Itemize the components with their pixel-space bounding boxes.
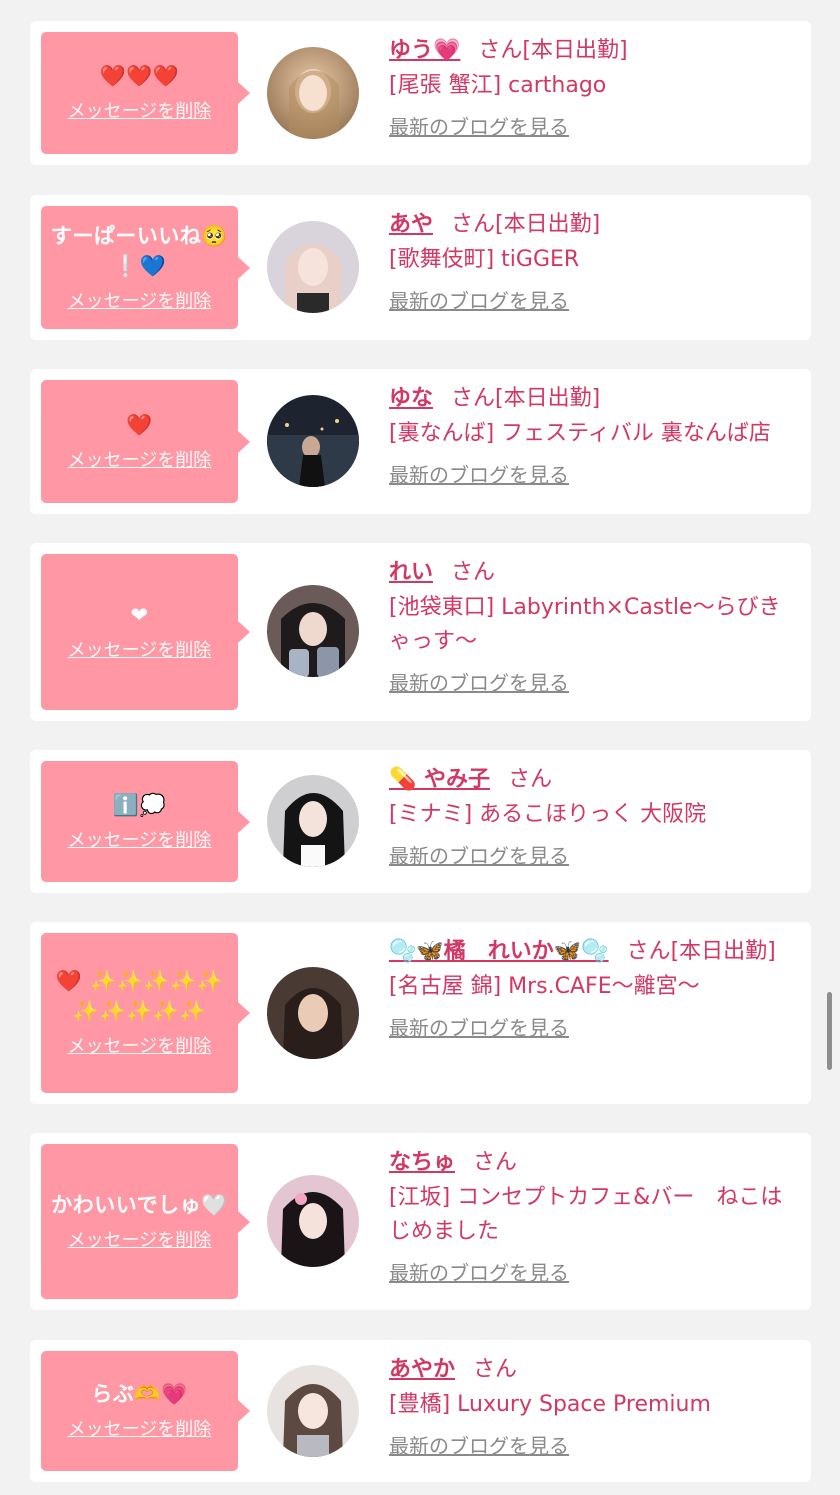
cast-info: ゆな さん[本日出勤] [裏なんば] フェスティバル 裏なんば店 最新のブログを見… bbox=[389, 381, 797, 488]
avatar[interactable] bbox=[267, 775, 359, 867]
honorific: さん bbox=[451, 560, 496, 585]
list-item: らぶ🫶💗 メッセージを削除 あやか さん [豊橋] Luxury Space Pr… bbox=[30, 1340, 811, 1482]
avatar[interactable] bbox=[267, 585, 359, 677]
latest-blog-link[interactable]: 最新のブログを見る bbox=[389, 1433, 569, 1459]
latest-blog-link[interactable]: 最新のブログを見る bbox=[389, 843, 569, 869]
shop-info: [尾張 蟹江] carthago bbox=[389, 73, 607, 98]
list-item: すーぱーいいね🥺❕💙 メッセージを削除 あや さん[本日出勤] [歌舞伎町] ti… bbox=[30, 195, 811, 340]
cast-name-link[interactable]: ゆな bbox=[389, 386, 433, 411]
avatar[interactable] bbox=[267, 221, 359, 313]
latest-blog-link[interactable]: 最新のブログを見る bbox=[389, 288, 569, 314]
message-text: ❤️ bbox=[126, 412, 153, 437]
honorific: さん bbox=[478, 38, 523, 63]
shop-info: [江坂] コンセプトカフェ&バー ねこはじめました bbox=[389, 1185, 783, 1244]
cast-info: なちゅ さん [江坂] コンセプトカフェ&バー ねこはじめました 最新のブログを見… bbox=[389, 1145, 797, 1286]
delete-message-link[interactable]: メッセージを削除 bbox=[68, 640, 212, 662]
honorific: さん bbox=[473, 1357, 518, 1382]
honorific: さん bbox=[451, 212, 496, 237]
shop-info: [ミナミ] あるこほりっく 大阪院 bbox=[389, 802, 707, 827]
message-list: ❤️❤️❤️ メッセージを削除 ゆう💗 さん[本日出勤] [尾張 蟹江] cart… bbox=[30, 21, 811, 1482]
latest-blog-link[interactable]: 最新のブログを見る bbox=[389, 1015, 569, 1041]
avatar[interactable] bbox=[267, 967, 359, 1059]
shop-info: [池袋東口] Labyrinth×Castle〜らびきゃっす〜 bbox=[389, 595, 781, 654]
list-item: ℹ️💭 メッセージを削除 💊 やみ子 さん [ミナミ] あるこほりっく 大阪院 最… bbox=[30, 750, 811, 893]
delete-message-link[interactable]: メッセージを削除 bbox=[68, 830, 212, 852]
delete-message-link[interactable]: メッセージを削除 bbox=[68, 101, 212, 123]
status-badge: [本日出勤] bbox=[495, 386, 601, 411]
latest-blog-link[interactable]: 最新のブログを見る bbox=[389, 114, 569, 140]
delete-message-link[interactable]: メッセージを削除 bbox=[68, 291, 212, 313]
honorific: さん bbox=[451, 386, 496, 411]
avatar[interactable] bbox=[267, 47, 359, 139]
message-text: すーぱーいいね🥺❕💙 bbox=[50, 223, 229, 278]
avatar[interactable] bbox=[267, 1365, 359, 1457]
list-item: ❤️ メッセージを削除 ゆな さん[本日出勤] [裏なんば] フェスティバル 裏な… bbox=[30, 369, 811, 514]
shop-info: [裏なんば] フェスティバル 裏なんば店 bbox=[389, 421, 771, 446]
list-item: ❤️❤️❤️ メッセージを削除 ゆう💗 さん[本日出勤] [尾張 蟹江] cart… bbox=[30, 21, 811, 165]
status-badge: [本日出勤] bbox=[495, 212, 601, 237]
honorific: さん bbox=[626, 939, 671, 964]
cast-info: れい さん [池袋東口] Labyrinth×Castle〜らびきゃっす〜 最新の… bbox=[389, 555, 797, 696]
honorific: さん bbox=[508, 767, 553, 792]
delete-message-link[interactable]: メッセージを削除 bbox=[68, 1036, 212, 1058]
message-bubble: ❤️ ✨✨✨✨✨✨✨✨✨✨ メッセージを削除 bbox=[41, 933, 250, 1093]
cast-name-link[interactable]: 🫧🦋橘 れいか🦋🫧 bbox=[389, 939, 609, 964]
honorific: さん bbox=[473, 1150, 518, 1175]
shop-info: [豊橋] Luxury Space Premium bbox=[389, 1392, 711, 1417]
vertical-scrollbar[interactable] bbox=[827, 992, 832, 1070]
message-bubble: ❤ メッセージを削除 bbox=[41, 554, 250, 710]
cast-name-link[interactable]: あやか bbox=[389, 1357, 455, 1382]
latest-blog-link[interactable]: 最新のブログを見る bbox=[389, 670, 569, 696]
message-bubble: ❤️❤️❤️ メッセージを削除 bbox=[41, 32, 250, 154]
cast-name-link[interactable]: ゆう💗 bbox=[389, 38, 460, 63]
status-badge: [本日出勤] bbox=[670, 939, 776, 964]
message-text: ❤️❤️❤️ bbox=[99, 64, 180, 88]
message-text: ❤ bbox=[130, 603, 149, 627]
cast-name-link[interactable]: れい bbox=[389, 560, 433, 585]
delete-message-link[interactable]: メッセージを削除 bbox=[68, 1419, 212, 1441]
message-bubble: ℹ️💭 メッセージを削除 bbox=[41, 761, 250, 882]
cast-name-link[interactable]: 💊 やみ子 bbox=[389, 767, 490, 792]
cast-info: 💊 やみ子 さん [ミナミ] あるこほりっく 大阪院 最新のブログを見る bbox=[389, 762, 797, 869]
cast-info: 🫧🦋橘 れいか🦋🫧 さん[本日出勤] [名古屋 錦] Mrs.CAFE〜離宮〜 最… bbox=[389, 934, 797, 1041]
list-item: ❤ メッセージを削除 れい さん [池袋東口] Labyrinth×Castle〜… bbox=[30, 543, 811, 721]
message-text: ❤️ ✨✨✨✨✨✨✨✨✨✨ bbox=[55, 969, 224, 1023]
latest-blog-link[interactable]: 最新のブログを見る bbox=[389, 462, 569, 488]
cast-info: あや さん[本日出勤] [歌舞伎町] tiGGER 最新のブログを見る bbox=[389, 207, 797, 314]
cast-name-link[interactable]: あや bbox=[389, 212, 433, 237]
cast-info: あやか さん [豊橋] Luxury Space Premium 最新のブログを見… bbox=[389, 1352, 797, 1459]
message-text: らぶ🫶💗 bbox=[91, 1382, 188, 1406]
shop-info: [名古屋 錦] Mrs.CAFE〜離宮〜 bbox=[389, 974, 700, 999]
status-badge: [本日出勤] bbox=[522, 38, 628, 63]
shop-info: [歌舞伎町] tiGGER bbox=[389, 247, 580, 272]
message-bubble: すーぱーいいね🥺❕💙 メッセージを削除 bbox=[41, 206, 250, 329]
message-text: ℹ️💭 bbox=[112, 792, 167, 817]
avatar[interactable] bbox=[267, 395, 359, 487]
delete-message-link[interactable]: メッセージを削除 bbox=[68, 1230, 212, 1252]
list-item: ❤️ ✨✨✨✨✨✨✨✨✨✨ メッセージを削除 🫧🦋橘 れいか🦋🫧 さん[本日出勤]… bbox=[30, 922, 811, 1104]
delete-message-link[interactable]: メッセージを削除 bbox=[68, 450, 212, 472]
avatar[interactable] bbox=[267, 1175, 359, 1267]
message-bubble: らぶ🫶💗 メッセージを削除 bbox=[41, 1351, 250, 1471]
cast-name-link[interactable]: なちゅ bbox=[389, 1150, 455, 1175]
latest-blog-link[interactable]: 最新のブログを見る bbox=[389, 1260, 569, 1286]
message-bubble: ❤️ メッセージを削除 bbox=[41, 380, 250, 503]
message-text: かわいいでしゅ🤍 bbox=[51, 1192, 228, 1217]
message-bubble: かわいいでしゅ🤍 メッセージを削除 bbox=[41, 1144, 250, 1299]
list-item: かわいいでしゅ🤍 メッセージを削除 なちゅ さん [江坂] コンセプトカフェ&バー… bbox=[30, 1133, 811, 1310]
cast-info: ゆう💗 さん[本日出勤] [尾張 蟹江] carthago 最新のブログを見る bbox=[389, 33, 797, 140]
